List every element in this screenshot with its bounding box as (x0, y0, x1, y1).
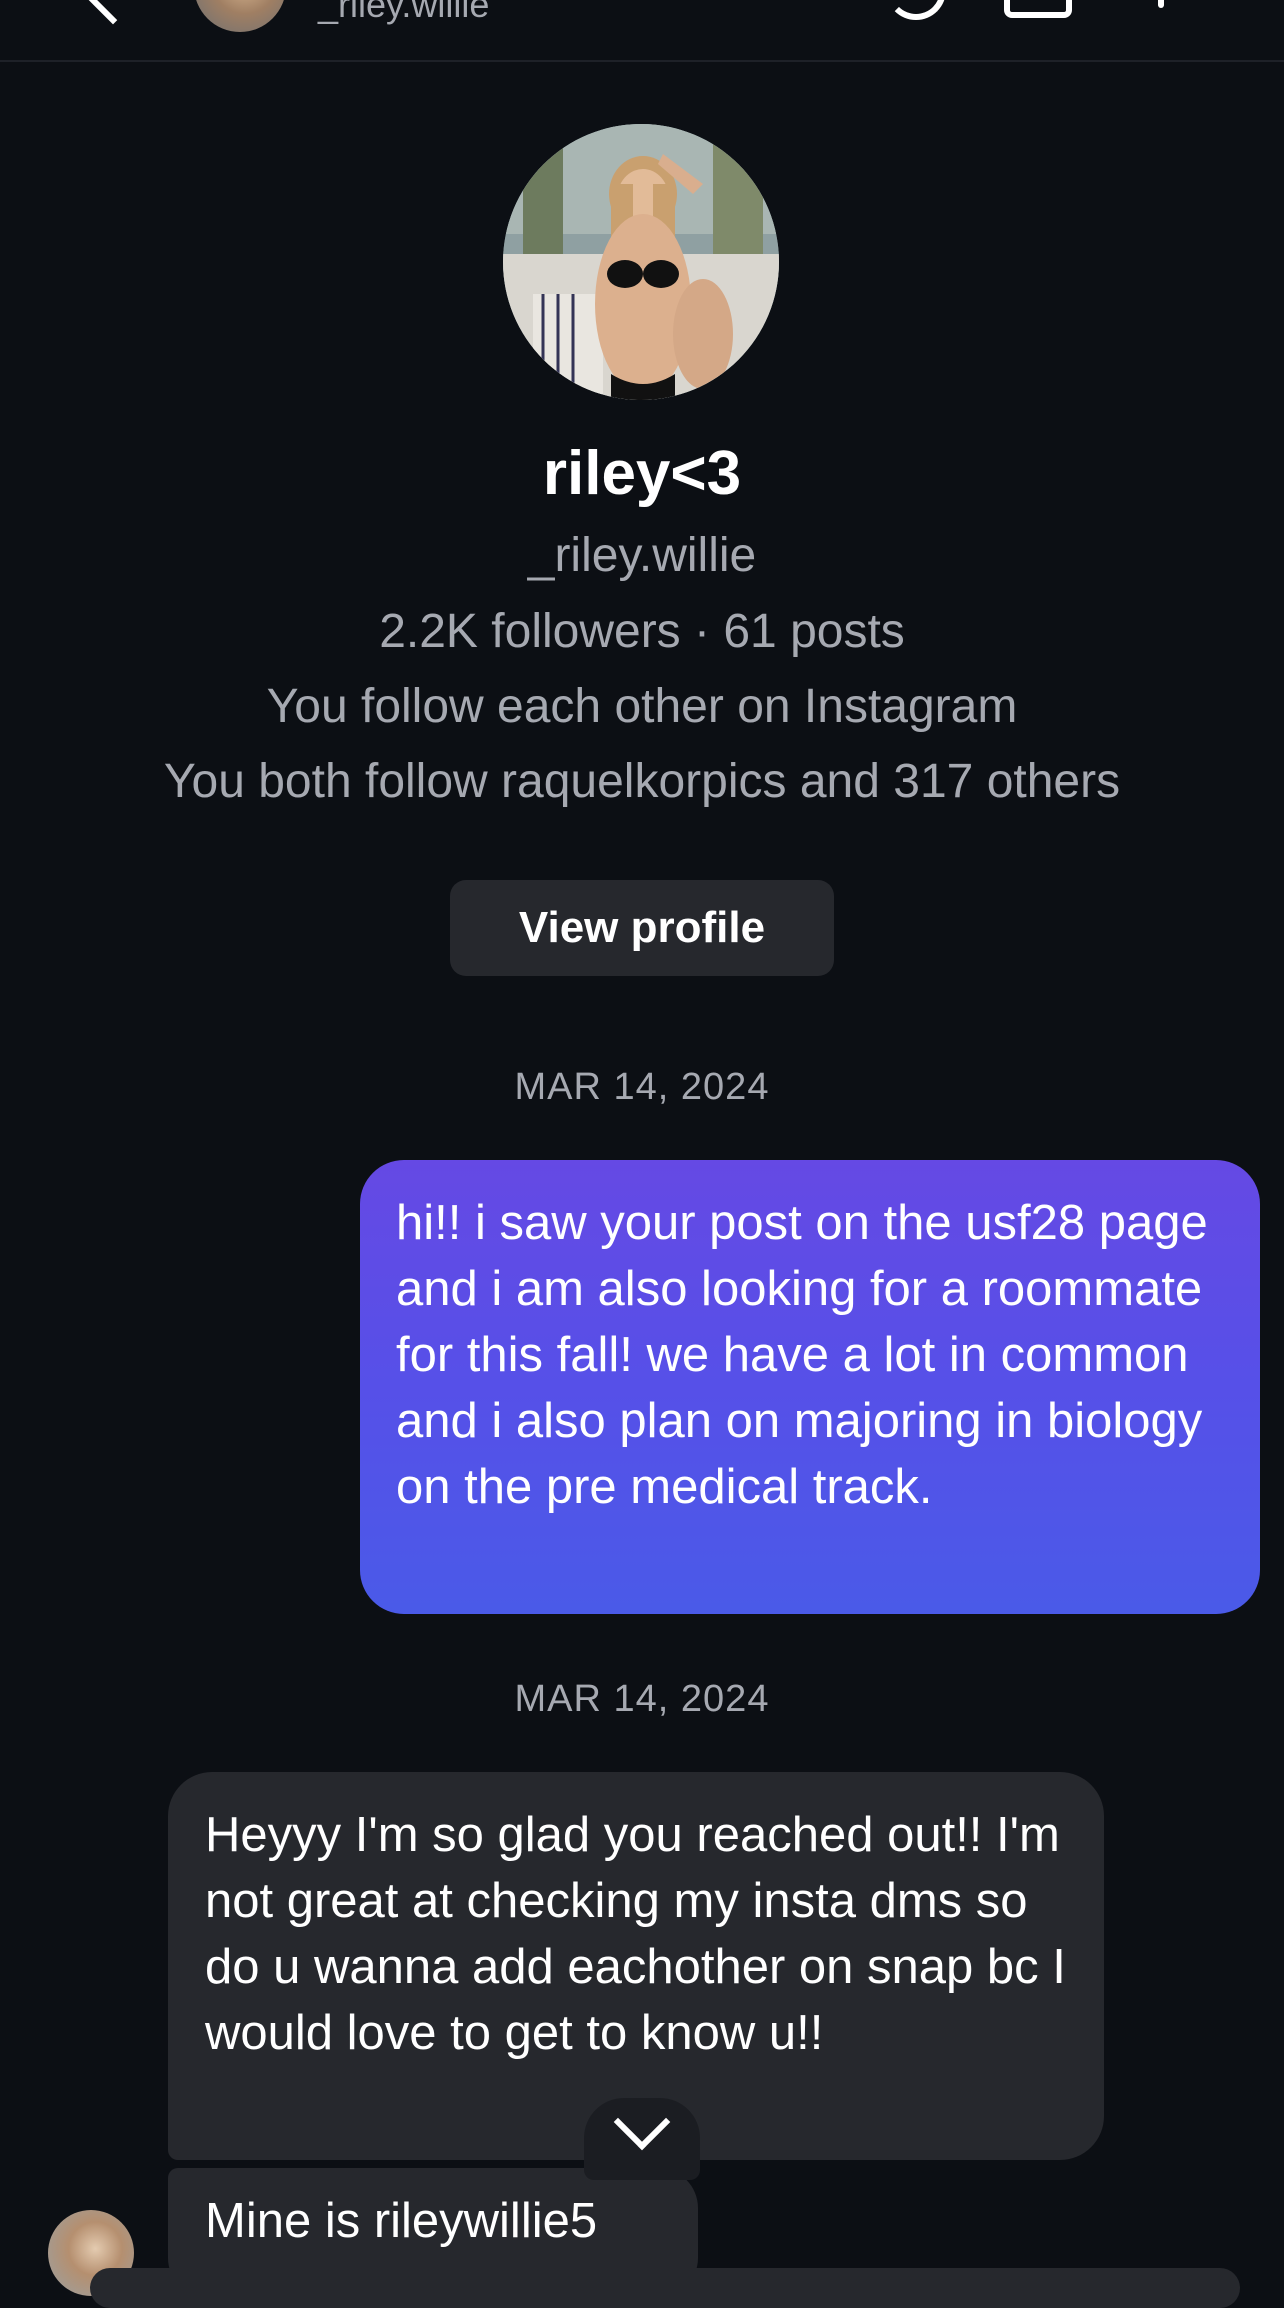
mutual-friends-text: You both follow raquelkorpics and 317 ot… (163, 755, 1121, 808)
back-icon[interactable] (77, 0, 149, 25)
header-avatar[interactable] (194, 0, 286, 32)
call-icon[interactable] (886, 0, 946, 20)
date-separator: MAR 14, 2024 (514, 1678, 770, 1720)
outgoing-message-bubble[interactable]: hi!! i saw your post on the usf28 page a… (360, 1160, 1260, 1614)
profile-stats: 2.2K followers · 61 posts (379, 605, 905, 658)
view-profile-button[interactable]: View profile (450, 880, 834, 976)
profile-handle: _riley.willie (527, 529, 757, 582)
top-bar: _riley.willie (0, 0, 1284, 62)
mutual-follow-text: You follow each other on Instagram (266, 680, 1018, 733)
date-separator: MAR 14, 2024 (514, 1066, 770, 1108)
profile-display-name: riley<3 (542, 439, 742, 508)
profile-avatar[interactable] (503, 124, 779, 400)
flag-icon[interactable] (1158, 0, 1164, 8)
message-composer[interactable] (90, 2268, 1240, 2308)
video-icon[interactable] (1004, 0, 1072, 18)
chevron-down-icon[interactable] (584, 2098, 700, 2180)
profile-photo (503, 124, 779, 400)
header-username[interactable]: _riley.willie (318, 0, 489, 26)
